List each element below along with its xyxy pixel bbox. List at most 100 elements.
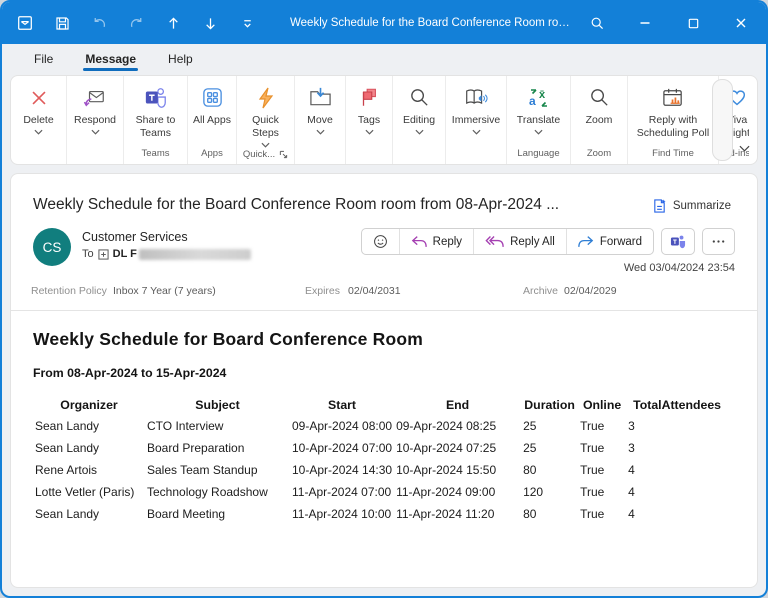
maximize-button[interactable] [682,12,704,34]
table-row: Rene ArtoisSales Team Standup10-Apr-2024… [33,459,728,481]
scheduling-poll-icon [661,84,686,111]
reactions-button[interactable] [362,229,400,254]
respond-icon [82,84,108,111]
to-label: To [82,248,94,260]
compliance-bar: Retention Policy Inbox 7 Year (7 years) … [11,285,757,300]
undo-button[interactable] [88,12,110,34]
table-cell: Technology Roadshow [145,481,290,503]
email-body: Weekly Schedule for Board Conference Roo… [11,329,757,525]
sender-name[interactable]: Customer Services [82,230,251,244]
table-header-cell: Start [290,395,394,415]
table-cell: 09-Apr-2024 08:00 [290,415,394,437]
reading-pane: Weekly Schedule for the Board Conference… [10,173,758,588]
summarize-button[interactable]: Summarize [652,198,731,214]
summarize-icon [652,198,667,214]
table-cell: 25 [521,437,578,459]
expires-label: Expires [305,285,340,297]
respond-button[interactable]: Respond [67,76,123,146]
body-heading: Weekly Schedule for Board Conference Roo… [33,329,735,350]
scheduling-poll-button[interactable]: Reply with Scheduling Poll [628,76,718,146]
svg-text:a: a [529,94,536,108]
redacted-recipient [139,249,251,260]
group-label-teams: Teams [124,146,187,164]
table-cell: 3 [626,415,728,437]
tab-file[interactable]: File [32,47,55,73]
zoom-button[interactable]: Zoom [571,76,627,146]
tab-message[interactable]: Message [83,47,138,73]
customize-toolbar-chevron-icon[interactable] [236,12,258,34]
group-label-zoom: Zoom [571,146,627,164]
group-label-find-time: Find Time [628,146,718,164]
table-cell: 11-Apr-2024 09:00 [394,481,521,503]
ribbon-group-tags: Tags [346,76,393,164]
ribbon-group-editing: Editing [393,76,446,164]
table-body: Sean LandyCTO Interview09-Apr-2024 08:00… [33,415,728,525]
table-cell: Sean Landy [33,415,145,437]
translate-button[interactable]: a x̄ Translate [507,76,570,146]
save-button[interactable] [51,12,73,34]
reply-all-button[interactable]: Reply All [474,229,567,254]
minimize-button[interactable] [634,12,656,34]
table-cell: 10-Apr-2024 07:00 [290,437,394,459]
forward-icon [578,235,594,248]
previous-item-button[interactable] [162,12,184,34]
table-cell: 11-Apr-2024 07:00 [290,481,394,503]
recipient-chip[interactable]: DL F [113,248,251,260]
table-header-cell: End [394,395,521,415]
expand-recipients-icon[interactable] [98,249,109,260]
tags-button[interactable]: Tags [346,76,392,146]
immersive-button[interactable]: Immersive [446,76,506,146]
move-button[interactable]: Move [295,76,345,146]
share-to-teams-quick-button[interactable] [661,228,695,255]
table-cell: 120 [521,481,578,503]
table-header-cell: Subject [145,395,290,415]
reply-button[interactable]: Reply [400,229,474,254]
table-header-cell: Duration [521,395,578,415]
ribbon-group-apps: All Apps Apps [188,76,237,164]
ribbon-collapse-chevron-icon[interactable] [736,140,752,156]
sender-avatar[interactable]: CS [33,228,71,266]
tab-help[interactable]: Help [166,47,195,73]
table-cell: 10-Apr-2024 07:25 [394,437,521,459]
archive-label: Archive [523,285,558,297]
ribbon-group-respond: Respond [67,76,124,164]
ribbon-scrollbar[interactable] [712,79,733,161]
ribbon-group-delete: Delete [11,76,67,164]
group-label-quick-steps: Quick... [237,148,294,164]
quick-steps-button[interactable]: Quick Steps [237,76,294,148]
editing-button[interactable]: Editing [393,76,445,146]
more-icon [711,234,726,249]
more-actions-button[interactable] [702,228,735,255]
expires-value: 02/04/2031 [348,285,401,297]
table-header-cell: TotalAttendees [626,395,728,415]
delete-button[interactable]: Delete [11,76,66,146]
reply-all-icon [485,235,504,248]
table-cell: 25 [521,415,578,437]
teams-small-icon [670,234,686,249]
share-to-teams-button[interactable]: Share to Teams [124,76,187,146]
close-button[interactable] [730,12,752,34]
immersive-reader-icon [463,84,489,111]
reply-icon [411,235,427,248]
table-cell: True [578,481,626,503]
response-buttons-group: Reply Reply All Forward [361,228,654,255]
zoom-icon [588,84,611,111]
dialog-launcher-icon[interactable] [279,150,288,159]
table-row: Lotte Vetler (Paris)Technology Roadshow1… [33,481,728,503]
ribbon-group-zoom: Zoom Zoom [571,76,628,164]
redo-button[interactable] [125,12,147,34]
retention-policy-label: Retention Policy [31,285,107,297]
table-cell: True [578,415,626,437]
next-item-button[interactable] [199,12,221,34]
forward-button[interactable]: Forward [567,229,653,254]
table-cell: 09-Apr-2024 08:25 [394,415,521,437]
ribbon-group-quick-steps: Quick Steps Quick... [237,76,295,164]
table-cell: Lotte Vetler (Paris) [33,481,145,503]
table-cell: Sales Team Standup [145,459,290,481]
editing-icon [408,84,431,111]
title-bar: Weekly Schedule for the Board Conference… [2,2,766,44]
header-divider [11,310,757,311]
search-icon[interactable] [586,12,608,34]
all-apps-button[interactable]: All Apps [188,76,236,146]
table-cell: True [578,437,626,459]
